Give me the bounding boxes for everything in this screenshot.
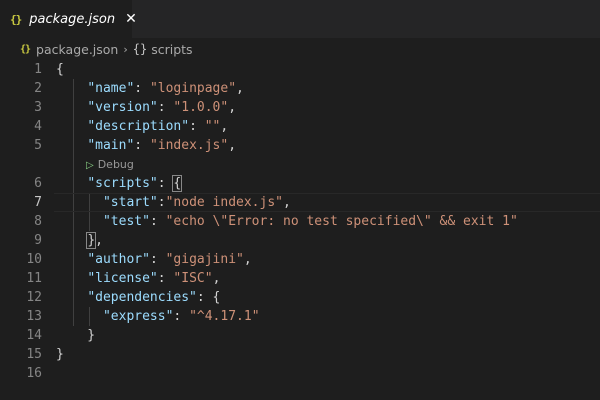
line-number: 11 bbox=[26, 271, 42, 286]
play-icon: ▷ bbox=[86, 160, 94, 171]
line-number: 4 bbox=[34, 119, 42, 134]
code-line: "author": "gigajini", bbox=[87, 252, 252, 267]
line-number: 15 bbox=[26, 347, 42, 362]
code-line: "main": "index.js", bbox=[87, 138, 237, 153]
breadcrumb: {} package.json › {} scripts bbox=[0, 38, 600, 60]
line-number: 13 bbox=[26, 309, 42, 324]
line-number-gutter: 1 2 3 4 5 6 7 8 9 10 11 12 13 14 15 16 bbox=[0, 60, 58, 383]
line-number: 14 bbox=[26, 328, 42, 343]
line-number: 5 bbox=[34, 138, 42, 153]
line-number: 2 bbox=[34, 81, 42, 96]
line-number: 12 bbox=[26, 290, 42, 305]
line-number: 1 bbox=[34, 62, 42, 77]
code-line: "dependencies": { bbox=[87, 290, 221, 305]
json-icon: {} bbox=[10, 12, 22, 26]
line-number: 10 bbox=[26, 252, 42, 267]
line-number: 6 bbox=[34, 176, 42, 191]
line-number: 16 bbox=[26, 366, 42, 381]
code-line: } bbox=[56, 328, 96, 343]
code-editor[interactable]: 1 2 3 4 5 6 7 8 9 10 11 12 13 14 15 16 {… bbox=[0, 60, 600, 400]
code-area[interactable]: { "name": "loginpage", "version": "1.0.0… bbox=[54, 60, 600, 383]
code-line: "test": "echo \"Error: no test specified… bbox=[102, 214, 518, 229]
close-icon[interactable]: ✕ bbox=[125, 11, 137, 27]
code-line: "description": "", bbox=[87, 119, 229, 134]
code-line: "license": "ISC", bbox=[87, 271, 221, 286]
line-number-active: 7 bbox=[34, 195, 42, 210]
code-line: "express": "^4.17.1" bbox=[102, 309, 260, 324]
line-number: 8 bbox=[34, 214, 42, 229]
code-line: "name": "loginpage", bbox=[87, 81, 244, 96]
code-line: "version": "1.0.0", bbox=[87, 100, 237, 115]
breadcrumb-file[interactable]: package.json bbox=[36, 42, 118, 57]
line-number: 3 bbox=[34, 100, 42, 115]
code-line: "scripts": { bbox=[87, 175, 183, 192]
tab-package-json[interactable]: {} package.json ✕ bbox=[0, 0, 137, 38]
code-line-active: "start":"node index.js", bbox=[54, 193, 600, 212]
breadcrumb-symbol[interactable]: scripts bbox=[151, 42, 192, 57]
json-icon: {} bbox=[20, 43, 31, 55]
line-number: 9 bbox=[34, 233, 42, 248]
debug-codelens[interactable]: ▷ Debug bbox=[56, 155, 600, 174]
code-line: } bbox=[56, 347, 64, 362]
object-icon: {} bbox=[132, 42, 148, 56]
tab-label: package.json bbox=[29, 11, 116, 27]
tab-bar: {} package.json ✕ bbox=[0, 0, 600, 38]
chevron-right-icon: › bbox=[123, 42, 128, 56]
code-line: { bbox=[56, 62, 64, 77]
code-line: }, bbox=[86, 232, 103, 249]
